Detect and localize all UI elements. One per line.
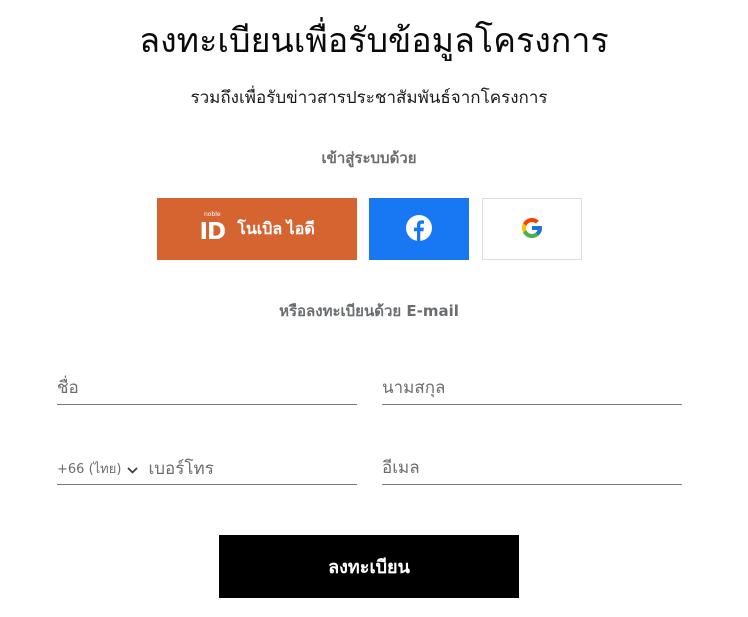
phone-field: +66 (ไทย) [57, 453, 357, 485]
social-login-heading: เข้าสู่ระบบด้วย [321, 149, 417, 167]
country-code-value: +66 (ไทย) [57, 462, 122, 477]
google-icon [520, 216, 544, 243]
facebook-login-button[interactable] [369, 198, 469, 260]
phone-input[interactable] [148, 453, 357, 484]
email-register-heading: หรือลงทะเบียนด้วย E-mail [279, 302, 459, 320]
register-button[interactable]: ลงทะเบียน [219, 535, 519, 598]
chevron-down-icon [127, 459, 139, 478]
facebook-icon [406, 214, 432, 244]
noble-id-logo: noble ID [199, 211, 226, 246]
noble-id-logo-big-text: ID [199, 219, 226, 245]
last-name-input[interactable] [382, 373, 682, 403]
page-title: ลงทะเบียนเพื่อรับข้อมูลโครงการ [139, 21, 609, 61]
first-name-field [57, 373, 357, 405]
country-code-select[interactable]: +66 (ไทย) [57, 454, 139, 484]
noble-id-login-label: โนเบิล ไอดี [237, 220, 315, 238]
email-field [382, 453, 682, 485]
noble-id-login-button[interactable]: noble ID โนเบิล ไอดี [157, 198, 357, 260]
email-input[interactable] [382, 453, 682, 483]
first-name-input[interactable] [57, 373, 357, 403]
last-name-field [382, 373, 682, 405]
google-login-button[interactable] [482, 198, 582, 260]
page-subtitle: รวมถึงเพื่อรับข่าวสารประชาสัมพันธ์จากโคร… [190, 88, 548, 108]
